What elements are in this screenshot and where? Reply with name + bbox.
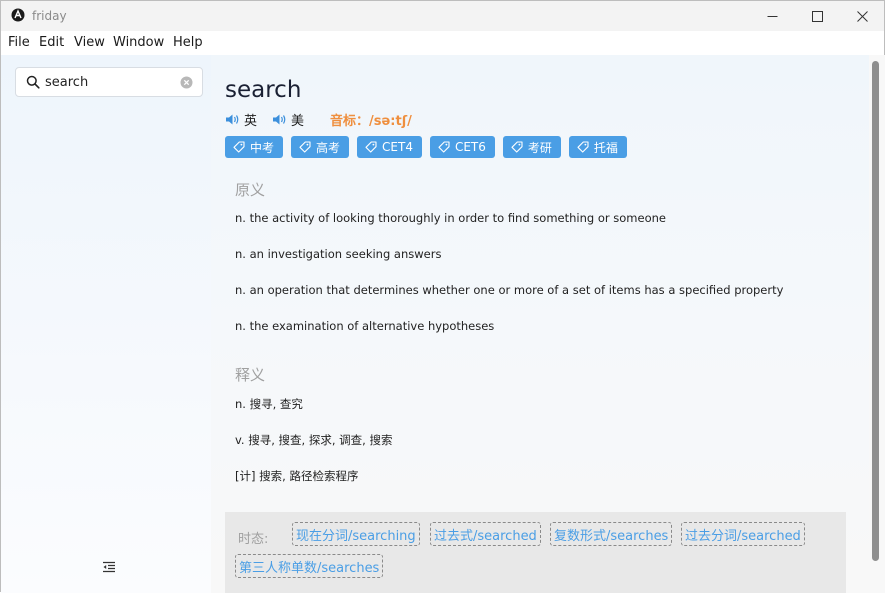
menu-window[interactable]: Window [113,35,164,50]
tag-icon [365,141,377,153]
app-window: friday File Edit View Window Help search… [0,0,885,593]
translation-def: [计] 搜索, 路径检索程序 [235,469,359,483]
tag-label: 考研 [527,140,552,155]
tense-label: 时态: [238,532,269,547]
tense-link[interactable]: 现在分词/searching [292,522,420,546]
menu-edit[interactable]: Edit [39,35,64,50]
tag-label: CET6 [454,140,486,154]
tag-zhongkao[interactable]: 中考 [225,136,284,158]
search-input[interactable] [45,73,175,91]
title-bar: friday [1,1,884,31]
maximize-icon [811,10,823,22]
tag-gaokao[interactable]: 高考 [291,136,350,158]
exam-tags: 中考 高考 CET4 CET6 考研 托福 [225,136,627,158]
translation-section-title: 释义 [235,366,266,384]
tag-kaoyan[interactable]: 考研 [502,136,561,158]
sidebar [1,55,211,593]
original-section-title: 原义 [235,181,266,199]
window-title: friday [32,9,67,23]
tense-panel: 时态: 现在分词/searching 过去式/searched 复数形式/sea… [225,512,846,593]
tag-label: 托福 [593,140,618,155]
tense-link[interactable]: 过去分词/searched [681,522,805,546]
tag-cet6[interactable]: CET6 [429,136,495,158]
minimize-icon [767,15,777,17]
tense-link[interactable]: 第三人称单数/searches [235,554,384,578]
tag-label: CET4 [382,140,413,154]
menu-file[interactable]: File [8,35,30,50]
tag-icon [299,141,311,153]
tag-cet4[interactable]: CET4 [357,136,422,158]
headword: search [225,77,302,103]
original-def: n. an operation that determines whether … [235,283,784,297]
original-def: n. an investigation seeking answers [235,247,442,261]
menu-bar: File Edit View Window Help [1,31,884,55]
tag-label: 高考 [316,140,341,155]
main-panel: search 英 美 音标：/sə:tʃ/ 中考 高考 CET4 CET6 考研… [211,55,869,593]
speaker-icon [226,114,239,125]
tense-link[interactable]: 复数形式/searches [550,522,673,546]
tag-icon [577,141,589,153]
speaker-icon [273,114,286,125]
pronounce-us[interactable]: 美 [272,110,304,129]
phonetic: 音标：/sə:tʃ/ [330,114,412,129]
pronounce-uk[interactable]: 英 [225,110,257,129]
tense-link[interactable]: 过去式/searched [430,522,541,546]
clear-icon[interactable] [180,76,193,89]
app-logo-icon [11,8,25,22]
tag-label: 中考 [250,140,275,155]
menu-view[interactable]: View [74,35,105,50]
translation-def: n. 搜寻, 查究 [235,397,303,411]
original-def: n. the examination of alternative hypoth… [235,319,495,333]
maximize-button[interactable] [794,1,840,31]
minimize-button[interactable] [749,1,795,31]
close-icon [856,10,868,22]
original-def: n. the activity of looking thoroughly in… [235,211,666,225]
tag-toefl[interactable]: 托福 [568,136,627,158]
vertical-scrollbar[interactable] [869,55,885,593]
translation-def: v. 搜寻, 搜查, 探求, 调查, 搜索 [235,433,393,447]
scrollbar-thumb[interactable] [872,61,879,561]
tag-icon [233,141,245,153]
search-box[interactable] [15,67,203,97]
collapse-sidebar-icon[interactable] [102,560,116,574]
menu-help[interactable]: Help [173,35,203,50]
tag-icon [511,141,523,153]
pron-us-label: 美 [291,114,305,129]
close-button[interactable] [839,1,885,31]
tag-icon [438,141,450,153]
pron-uk-label: 英 [244,114,258,129]
search-icon [26,75,40,89]
